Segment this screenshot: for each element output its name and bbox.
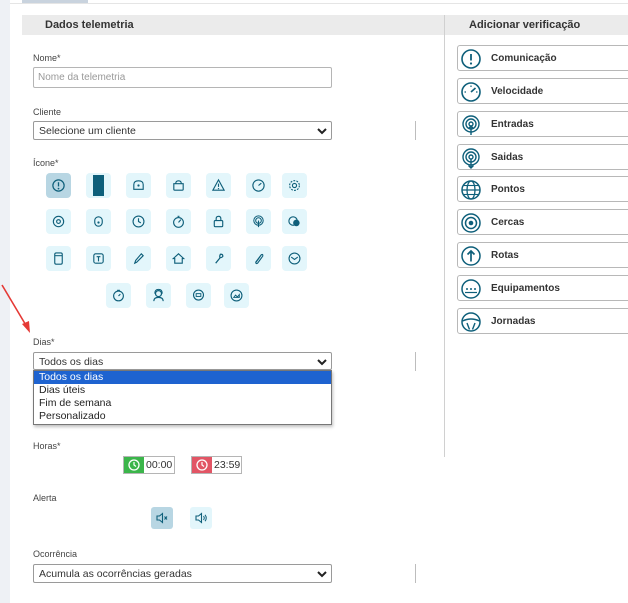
phone-icon[interactable]	[46, 246, 71, 271]
route-arrow-icon	[461, 246, 481, 266]
envelope-icon[interactable]	[282, 246, 307, 271]
verificacao-rotas-button[interactable]: Rotas	[457, 242, 628, 268]
disc-icon[interactable]	[46, 209, 71, 234]
dados-telemetria-title: Dados telemetria	[45, 19, 134, 31]
cliente-separator	[415, 121, 416, 140]
end-time-field[interactable]: 23:59	[191, 456, 242, 474]
chevron-down-icon	[317, 571, 327, 578]
padlock-icon[interactable]	[206, 209, 231, 234]
adicionar-verificacao-header: Adicionar verificação	[445, 15, 628, 35]
gear-icon[interactable]	[282, 173, 307, 198]
ocorrencia-select[interactable]: Acumula as ocorrências geradas	[33, 564, 332, 583]
verificacao-label: Jornadas	[491, 316, 536, 327]
end-time-value: 23:59	[214, 459, 241, 471]
steering-wheel-icon	[461, 312, 481, 332]
verificacao-label: Cercas	[491, 217, 525, 228]
verificacao-label: Rotas	[491, 250, 519, 261]
clock-start-icon	[124, 457, 144, 473]
start-time-value: 00:00	[146, 459, 173, 471]
cliente-select-value: Selecione um cliente	[39, 125, 136, 137]
signal-out-icon	[462, 148, 480, 169]
dados-telemetria-header: Dados telemetria	[22, 15, 444, 35]
verificacao-label: Entradas	[491, 119, 534, 130]
toggle-icon[interactable]	[282, 209, 307, 234]
verificacao-saidas-button[interactable]: Saidas	[457, 144, 628, 170]
target-icon	[461, 213, 481, 233]
ocorrencia-label: Ocorrência	[33, 549, 78, 559]
verificacao-cercas-button[interactable]: Cercas	[457, 209, 628, 235]
shield-lock-icon[interactable]	[126, 173, 151, 198]
exclamation-icon	[461, 49, 481, 69]
lock-icon[interactable]	[166, 173, 191, 198]
verificacao-velocidade-button[interactable]: Velocidade	[457, 78, 628, 104]
sound-icon[interactable]	[190, 507, 212, 529]
nome-label: Nome*	[33, 53, 61, 63]
verificacao-pontos-button[interactable]: Pontos	[457, 176, 628, 202]
adicionar-verificacao-title: Adicionar verificação	[469, 19, 581, 31]
home-icon[interactable]	[166, 246, 191, 271]
signal-in-icon	[462, 115, 480, 135]
bar-icon[interactable]	[86, 173, 111, 198]
nome-input[interactable]	[33, 67, 332, 88]
user-headset-icon[interactable]	[146, 283, 171, 308]
wrench-icon[interactable]	[206, 246, 231, 271]
dias-label: Dias*	[33, 337, 55, 347]
battery-icon[interactable]	[86, 246, 111, 271]
speedometer-icon[interactable]	[246, 173, 271, 198]
verificacao-label: Saidas	[491, 152, 524, 163]
dias-select[interactable]: Todos os dias	[33, 352, 332, 370]
fingerprint-icon[interactable]	[246, 209, 271, 234]
warning-triangle-icon[interactable]	[206, 173, 231, 198]
clock-end-icon	[192, 457, 212, 473]
lock-round-icon[interactable]	[86, 209, 111, 234]
verificacao-label: Pontos	[491, 184, 525, 195]
paperclip-icon[interactable]	[246, 246, 271, 271]
dots-screen-icon	[461, 279, 481, 299]
dias-option-todos[interactable]: Todos os dias	[34, 371, 331, 384]
chevron-down-icon	[317, 359, 327, 366]
telemetry-form-page: Dados telemetria Nome* Cliente Selecione…	[0, 0, 628, 603]
photo-icon[interactable]	[224, 283, 249, 308]
message-icon[interactable]	[186, 283, 211, 308]
dias-option-fim-de-semana[interactable]: Fim de semana	[34, 397, 331, 410]
horas-label: Horas*	[33, 441, 61, 451]
verificacao-comunicacao-button[interactable]: Comunicação	[457, 45, 628, 71]
ocorrencia-separator	[415, 564, 416, 583]
dias-option-personalizado[interactable]: Personalizado	[34, 410, 331, 423]
verificacao-label: Comunicação	[491, 53, 557, 64]
dias-option-uteis[interactable]: Dias úteis	[34, 384, 331, 397]
gauge-icon[interactable]	[166, 209, 191, 234]
start-time-field[interactable]: 00:00	[123, 456, 175, 474]
clock-icon[interactable]	[126, 209, 151, 234]
dias-dropdown-list: Todos os dias Dias úteis Fim de semana P…	[33, 370, 332, 425]
verificacao-equipamentos-button[interactable]: Equipamentos	[457, 275, 628, 301]
alerta-label: Alerta	[33, 493, 57, 503]
alert-circle-icon[interactable]	[46, 173, 71, 198]
top-divider	[10, 3, 628, 4]
cliente-select[interactable]: Selecione um cliente	[33, 121, 332, 140]
dias-separator	[415, 352, 416, 371]
cliente-label: Cliente	[33, 107, 62, 117]
speedometer-icon	[461, 82, 481, 102]
ocorrencia-select-value: Acumula as ocorrências geradas	[39, 568, 192, 580]
timer-icon[interactable]	[106, 283, 131, 308]
verificacao-label: Velocidade	[491, 86, 544, 97]
icone-label: Ícone*	[33, 158, 59, 168]
dias-select-value: Todos os dias	[39, 356, 104, 368]
mute-icon[interactable]	[151, 507, 173, 529]
chevron-down-icon	[317, 128, 327, 135]
red-annotation-arrow	[1, 284, 30, 333]
pencil-icon[interactable]	[126, 246, 151, 271]
panel-divider	[444, 15, 445, 457]
globe-icon	[461, 180, 481, 200]
verificacao-jornadas-button[interactable]: Jornadas	[457, 308, 628, 334]
verificacao-label: Equipamentos	[491, 283, 560, 294]
verificacao-entradas-button[interactable]: Entradas	[457, 111, 628, 137]
